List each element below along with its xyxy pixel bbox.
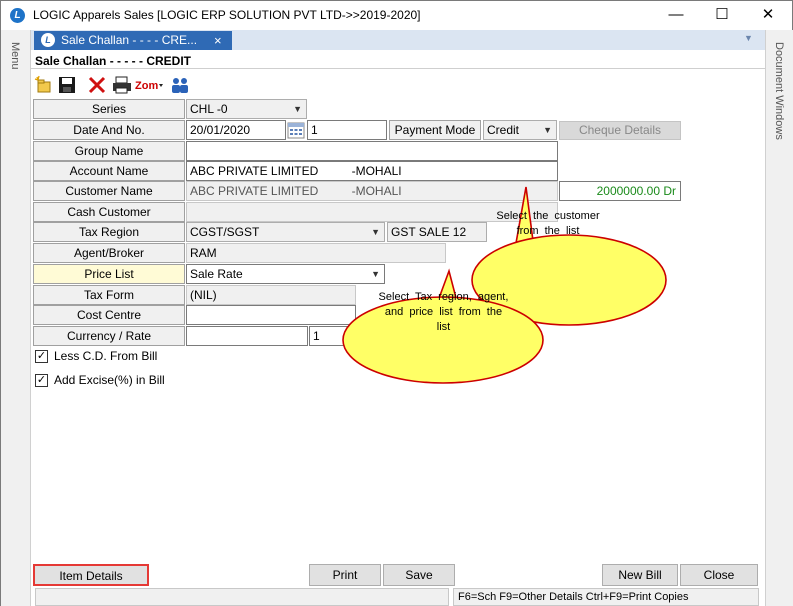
chevron-down-icon: ▼ — [543, 125, 552, 135]
price-list-value: Sale Rate — [190, 267, 243, 281]
tab-logo-icon: L — [41, 33, 55, 47]
title-bar: L LOGIC Apparels Sales [LOGIC ERP SOLUTI… — [1, 1, 792, 30]
currency-rate-label: Currency / Rate — [33, 326, 185, 346]
account-name-label: Account Name — [33, 161, 185, 181]
tax-region-label: Tax Region — [33, 222, 185, 242]
window-title: LOGIC Apparels Sales [LOGIC ERP SOLUTION… — [33, 8, 421, 22]
customer-balloon-tail-mask — [501, 255, 551, 271]
tab-label: Sale Challan - - - - CRE... — [61, 33, 198, 47]
cost-centre-label: Cost Centre — [33, 305, 185, 325]
zoom-icon-label: Zom — [135, 80, 158, 92]
tab-close-icon[interactable]: × — [214, 31, 222, 50]
maximize-button[interactable]: ☐ — [699, 1, 745, 30]
payment-mode-label: Payment Mode — [389, 120, 481, 140]
less-cd-checkbox[interactable]: ✓ — [35, 350, 48, 363]
app-logo-icon: L — [10, 8, 25, 23]
app-window: L LOGIC Apparels Sales [LOGIC ERP SOLUTI… — [0, 0, 793, 606]
add-excise-checkbox[interactable]: ✓ — [35, 374, 48, 387]
series-value: CHL -0 — [190, 102, 228, 116]
document-tab-strip: L Sale Challan - - - - CRE... × ▼ — [31, 30, 765, 50]
print-button[interactable]: Print — [309, 564, 381, 586]
less-cd-label[interactable]: Less C.D. From Bill — [54, 349, 157, 363]
sale-challan-form: Sale Challan - - - - - CREDIT Zom Series… — [31, 50, 765, 606]
save-button[interactable]: Save — [383, 564, 455, 586]
zoom-icon[interactable]: Zom — [135, 75, 165, 95]
series-label: Series — [33, 99, 185, 119]
customer-balloon-text: Select the customer from the list — [496, 210, 600, 237]
chevron-down-icon: ▼ — [293, 104, 302, 114]
currency-input[interactable] — [186, 326, 308, 346]
print-icon[interactable] — [111, 75, 133, 95]
document-windows-rail[interactable]: Document Windows — [765, 30, 793, 606]
tax-region-value: CGST/SGST — [190, 225, 260, 239]
menu-rail[interactable]: Menu — [1, 30, 31, 606]
date-label: Date And No. — [33, 120, 185, 140]
agent-broker-label: Agent/Broker — [33, 243, 185, 263]
payment-mode-value: Credit — [487, 123, 520, 137]
cheque-details-button[interactable]: Cheque Details — [559, 121, 681, 140]
challan-number-input[interactable]: 1 — [307, 120, 387, 140]
item-details-button[interactable]: Item Details — [33, 564, 149, 586]
minimize-button[interactable]: — — [653, 1, 699, 30]
close-window-button[interactable]: ✕ — [745, 1, 791, 30]
toolbar: Zom — [31, 72, 765, 98]
save-icon[interactable] — [57, 75, 77, 95]
menu-rail-label[interactable]: Menu — [9, 42, 21, 70]
price-list-label: Price List — [33, 264, 185, 284]
group-name-label: Group Name — [33, 141, 185, 161]
form-header: Sale Challan - - - - - CREDIT — [35, 54, 192, 68]
new-bill-button[interactable]: New Bill — [602, 564, 678, 586]
date-input[interactable]: 20/01/2020 — [186, 120, 286, 140]
status-bar: F6=Sch F9=Other Details Ctrl+F9=Print Co… — [35, 588, 760, 606]
tax-balloon-text: Select Tax region, agent, and price list… — [378, 291, 509, 333]
group-name-input[interactable] — [186, 141, 558, 161]
series-select[interactable]: CHL -0 ▼ — [186, 99, 307, 119]
status-left-panel — [35, 588, 449, 606]
tax-form-label: Tax Form — [33, 285, 185, 305]
payment-mode-select[interactable]: Credit ▼ — [483, 120, 557, 140]
tab-list-dropdown-icon[interactable]: ▼ — [744, 33, 753, 43]
cash-customer-label: Cash Customer — [33, 202, 185, 222]
customer-name-label: Customer Name — [33, 181, 185, 201]
tab-sale-challan[interactable]: L Sale Challan - - - - CRE... × — [34, 31, 232, 50]
calendar-icon[interactable] — [287, 122, 305, 139]
delete-icon[interactable] — [87, 75, 107, 95]
callout-balloons — [342, 186, 667, 384]
document-windows-label[interactable]: Document Windows — [773, 42, 785, 140]
shortcut-hints: F6=Sch F9=Other Details Ctrl+F9=Print Co… — [453, 588, 759, 606]
close-button[interactable]: Close — [680, 564, 758, 586]
new-icon[interactable] — [34, 75, 54, 95]
header-divider — [31, 68, 765, 69]
users-icon[interactable] — [169, 75, 191, 95]
add-excise-label[interactable]: Add Excise(%) in Bill — [54, 373, 165, 387]
